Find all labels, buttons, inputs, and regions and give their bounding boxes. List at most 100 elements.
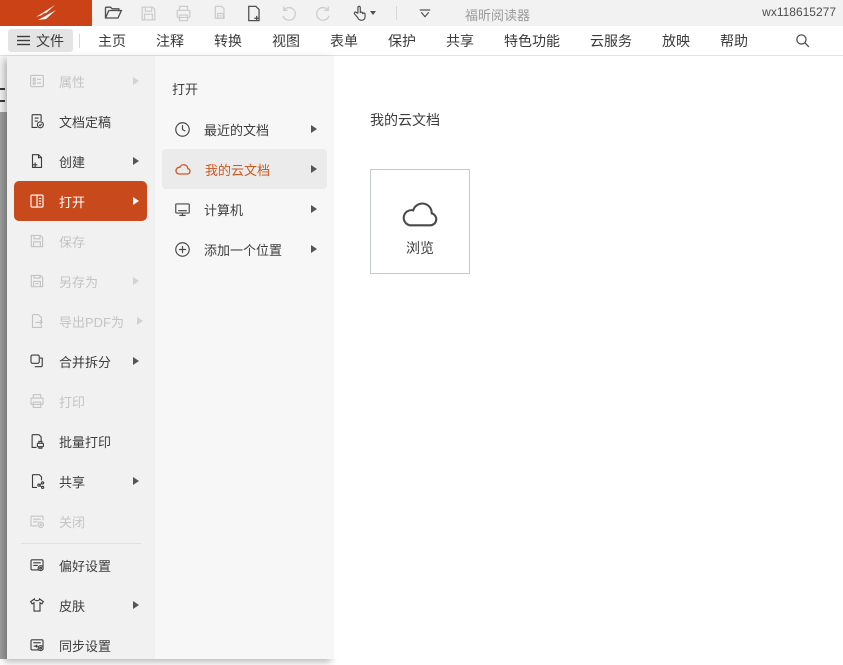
clock-icon <box>173 120 192 139</box>
batch-print-icon <box>28 432 46 450</box>
tab-form[interactable]: 表单 <box>330 31 358 51</box>
undo-icon <box>279 4 298 23</box>
document-finalize-icon <box>28 112 46 130</box>
menu-item-label: 共享 <box>59 472 85 491</box>
tab-cloud-service[interactable]: 云服务 <box>590 31 632 51</box>
menu-item-label: 保存 <box>59 232 85 251</box>
submenu-arrow-icon <box>137 317 143 325</box>
close-doc-icon <box>28 512 46 530</box>
tab-home[interactable]: 主页 <box>98 31 126 51</box>
file-menu-item-close: 关闭 <box>14 501 147 541</box>
ribbon-tabs: 主页 注释 转换 视图 表单 保护 共享 特色功能 云服务 放映 帮助 <box>98 31 811 51</box>
open-submenu-item-add-a-place[interactable]: 添加一个位置 <box>162 229 327 269</box>
toolbar-separator <box>396 6 397 20</box>
file-menu-item-save-as: 另存为 <box>14 261 147 301</box>
file-menu-item-batch-print[interactable]: 批量打印 <box>14 421 147 461</box>
browse-cloud-button[interactable]: 浏览 <box>370 169 470 274</box>
save-icon <box>139 4 158 23</box>
tab-help[interactable]: 帮助 <box>720 31 748 51</box>
print-button <box>172 2 194 24</box>
save-icon <box>28 232 46 250</box>
organize-pages-button <box>207 2 229 24</box>
share-icon <box>28 472 46 490</box>
submenu-arrow-icon <box>311 245 317 253</box>
file-menu-item-sync-settings[interactable]: 同步设置 <box>14 625 147 665</box>
file-menu-item-skin[interactable]: 皮肤 <box>14 585 147 625</box>
file-menu-item-merge-split[interactable]: 合并拆分 <box>14 341 147 381</box>
cloud-icon <box>173 159 193 179</box>
create-pdf-icon <box>244 4 263 23</box>
search-icon[interactable] <box>794 32 811 49</box>
collapse-toolbar-button[interactable] <box>414 2 436 24</box>
submenu-item-label: 添加一个位置 <box>204 240 282 259</box>
menu-item-label: 打印 <box>59 392 85 411</box>
create-pdf-button[interactable] <box>242 2 264 24</box>
hand-tool-icon <box>350 4 369 23</box>
menu-item-label: 合并拆分 <box>59 352 111 371</box>
menu-item-label: 关闭 <box>59 512 85 531</box>
menu-item-label: 属性 <box>59 72 85 91</box>
open-submenu-item-computer[interactable]: 计算机 <box>162 189 327 229</box>
window-title: 福昕阅读器 <box>465 5 530 24</box>
tab-featured[interactable]: 特色功能 <box>504 31 560 51</box>
computer-icon <box>173 200 192 219</box>
print-icon <box>28 392 46 410</box>
menu-item-label: 打开 <box>59 192 85 211</box>
tab-file-label: 文件 <box>36 31 64 51</box>
file-menu-item-document-finalize[interactable]: 文档定稿 <box>14 101 147 141</box>
open-submenu-item-recent-documents[interactable]: 最近的文档 <box>162 109 327 149</box>
menu-item-label: 同步设置 <box>59 636 111 655</box>
tab-protect[interactable]: 保护 <box>388 31 416 51</box>
foxit-logo <box>0 0 92 26</box>
cloud-documents-pane: 我的云文档 浏览 <box>334 56 843 659</box>
file-menu-item-create[interactable]: 创建 <box>14 141 147 181</box>
hamburger-icon <box>17 35 30 46</box>
add-place-icon <box>173 240 192 259</box>
hand-tool-dropdown-icon <box>369 9 377 17</box>
tab-comment[interactable]: 注释 <box>156 31 184 51</box>
print-icon <box>174 4 193 23</box>
open-submenu-item-my-cloud-documents[interactable]: 我的云文档 <box>162 149 327 189</box>
file-menu-item-open[interactable]: 打开 <box>14 181 147 221</box>
tab-convert[interactable]: 转换 <box>214 31 242 51</box>
submenu-arrow-icon <box>133 277 139 285</box>
submenu-arrow-icon <box>133 601 139 609</box>
open-submenu-header: 打开 <box>155 56 334 109</box>
background-glyph <box>0 88 5 90</box>
tab-share[interactable]: 共享 <box>446 31 474 51</box>
tab-view[interactable]: 视图 <box>272 31 300 51</box>
background-document-area <box>0 112 7 659</box>
file-menu-item-properties: 属性 <box>14 61 147 101</box>
tab-slideshow[interactable]: 放映 <box>662 31 690 51</box>
menu-item-label: 批量打印 <box>59 432 111 451</box>
redo-button <box>312 2 334 24</box>
tab-file[interactable]: 文件 <box>8 29 73 52</box>
organize-pages-icon <box>209 4 228 23</box>
submenu-arrow-icon <box>311 205 317 213</box>
foxit-logo-icon <box>33 4 59 22</box>
sync-settings-icon <box>28 636 46 654</box>
background-glyph <box>0 100 5 102</box>
submenu-arrow-icon <box>133 157 139 165</box>
menu-item-label: 文档定稿 <box>59 112 111 131</box>
submenu-item-label: 我的云文档 <box>205 160 270 179</box>
page-title: 我的云文档 <box>370 110 843 130</box>
file-menu-panel: 属性 文档定稿 创建 打开 <box>7 56 155 659</box>
skin-icon <box>28 596 46 614</box>
hand-tool-button[interactable] <box>347 2 379 24</box>
menu-item-label: 创建 <box>59 152 85 171</box>
file-menu-item-preferences[interactable]: 偏好设置 <box>14 545 147 585</box>
file-menu-item-export-pdf: 导出PDF为 <box>14 301 147 341</box>
save-button <box>137 2 159 24</box>
file-menu-item-print: 打印 <box>14 381 147 421</box>
open-folder-icon <box>103 3 123 23</box>
menu-item-label: 皮肤 <box>59 596 85 615</box>
menu-item-label: 另存为 <box>59 272 98 291</box>
menu-item-label: 偏好设置 <box>59 556 111 575</box>
collapse-toolbar-icon <box>416 4 434 22</box>
submenu-arrow-icon <box>133 77 139 85</box>
submenu-item-label: 最近的文档 <box>204 120 269 139</box>
open-file-button[interactable] <box>102 2 124 24</box>
ribbon-tab-bar: 文件 主页 注释 转换 视图 表单 保护 共享 特色功能 云服务 放映 帮助 <box>0 26 843 56</box>
file-menu-item-share[interactable]: 共享 <box>14 461 147 501</box>
